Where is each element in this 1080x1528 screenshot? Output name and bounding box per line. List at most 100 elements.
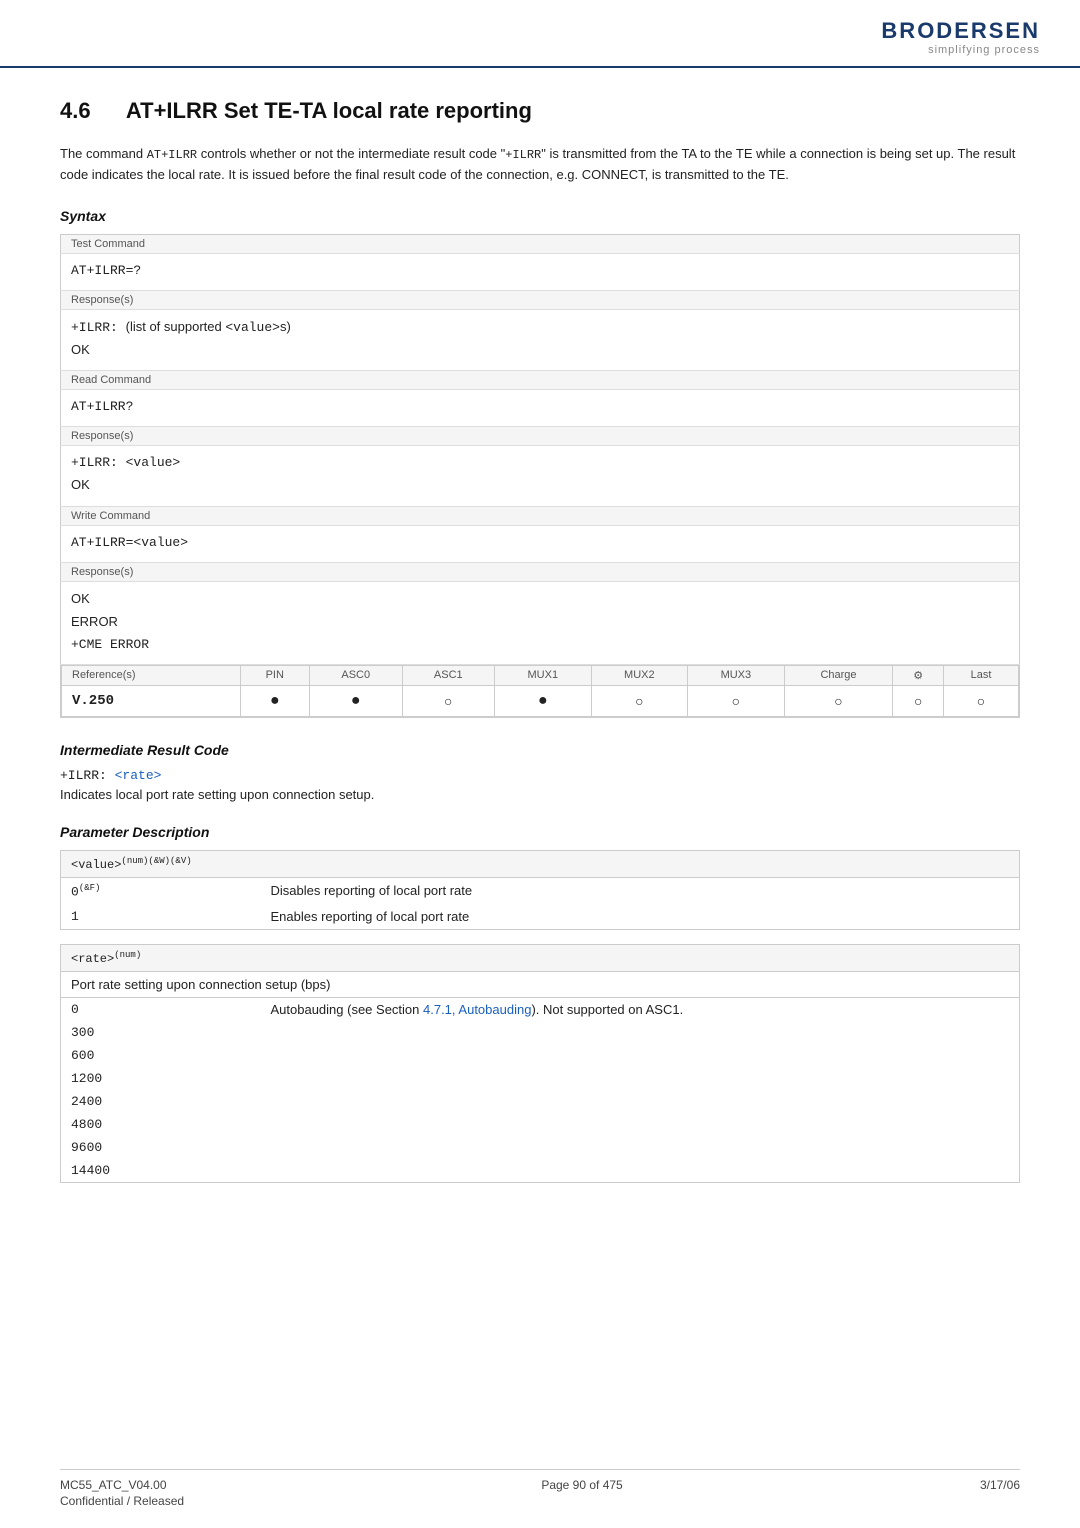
rate-code-1200: 1200 xyxy=(61,1067,261,1090)
test-ok: OK xyxy=(71,342,90,357)
inline-code-atilrr: AT+ILRR xyxy=(147,148,197,162)
col-asc1: ASC1 xyxy=(402,665,495,685)
value-code-0: 0(&F) xyxy=(61,878,261,904)
col-asc0: ASC0 xyxy=(310,665,403,685)
rate-param-header: <rate>(num) xyxy=(60,944,1020,972)
circle-mux2: ○ xyxy=(591,685,688,716)
col-last: Last xyxy=(944,665,1019,685)
rate-row-600: 600 xyxy=(61,1044,1020,1067)
intermediate-desc: Indicates local port rate setting upon c… xyxy=(60,787,1020,802)
test-command-label: Test Command xyxy=(61,234,1020,253)
test-command-cmd: AT+ILRR=? xyxy=(61,253,1020,290)
intermediate-code: +ILRR: <rate> xyxy=(60,768,1020,783)
col-pin: PIN xyxy=(240,665,309,685)
footer-date: 3/17/06 xyxy=(980,1478,1020,1508)
inline-code-plus-ilrr: +ILRR xyxy=(505,148,541,162)
write-response-content: OK ERROR +CME ERROR xyxy=(61,581,1020,664)
write-response-label: Response(s) xyxy=(61,562,1020,581)
test-response-content: +ILRR: (list of supported <value>s) OK xyxy=(61,310,1020,371)
test-response-value: <value> xyxy=(225,320,280,335)
rate-code-14400: 14400 xyxy=(61,1159,261,1183)
rate-row-2400: 2400 xyxy=(61,1090,1020,1113)
footer-page: Page 90 of 475 xyxy=(541,1478,622,1508)
parameter-section: Parameter Description <value>(num)(&W)(&… xyxy=(60,824,1020,1183)
rate-row-1200: 1200 xyxy=(61,1067,1020,1090)
write-command-cmd: AT+ILRR=<value> xyxy=(61,525,1020,562)
rate-code-0: 0 xyxy=(61,998,261,1021)
page-footer: MC55_ATC_V04.00 Confidential / Released … xyxy=(60,1469,1020,1508)
rate-row-14400: 14400 xyxy=(61,1159,1020,1183)
autobauding-link[interactable]: 4.7.1, Autobauding xyxy=(423,1002,531,1017)
col-charge: Charge xyxy=(784,665,893,685)
read-response-content: +ILRR: <value> OK xyxy=(61,446,1020,506)
rate-code-600: 600 xyxy=(61,1044,261,1067)
ref-value: V.250 xyxy=(62,685,241,716)
section-number: 4.6 xyxy=(60,98,91,123)
value-param-table: 0(&F) Disables reporting of local port r… xyxy=(60,878,1020,930)
section-title: 4.6 AT+ILRR Set TE-TA local rate reporti… xyxy=(60,98,1020,124)
rate-desc-300 xyxy=(261,1021,1020,1044)
circle-gear: ○ xyxy=(893,685,944,716)
footer-left: MC55_ATC_V04.00 Confidential / Released xyxy=(60,1478,184,1508)
rate-desc-14400 xyxy=(261,1159,1020,1183)
rate-desc-0: Autobauding (see Section 4.7.1, Autobaud… xyxy=(261,998,1020,1021)
footer-confidentiality: Confidential / Released xyxy=(60,1494,184,1508)
rate-code-9600: 9600 xyxy=(61,1136,261,1159)
value-param-header: <value>(num)(&W)(&V) xyxy=(60,850,1020,878)
circle-asc1: ○ xyxy=(402,685,495,716)
rate-desc-2400 xyxy=(261,1090,1020,1113)
test-response-s: s) xyxy=(280,319,291,334)
read-command-label: Read Command xyxy=(61,371,1020,390)
circle-pin: ● xyxy=(240,685,309,716)
ref-label: Reference(s) xyxy=(62,665,241,685)
test-response-label: Response(s) xyxy=(61,291,1020,310)
rate-param-desc: Port rate setting upon connection setup … xyxy=(60,972,1020,998)
rate-param-table: 0 Autobauding (see Section 4.7.1, Autoba… xyxy=(60,998,1020,1183)
logo-tagline: simplifying process xyxy=(881,44,1040,56)
intermediate-heading: Intermediate Result Code xyxy=(60,742,1020,758)
reference-row: Reference(s) PIN ASC0 ASC1 MUX1 MUX2 MUX… xyxy=(61,664,1020,717)
rate-code-300: 300 xyxy=(61,1021,261,1044)
col-gear: ⚙ xyxy=(893,665,944,685)
read-response-mono: +ILRR: <value> xyxy=(71,455,180,470)
rate-row-4800: 4800 xyxy=(61,1113,1020,1136)
rate-desc-9600 xyxy=(261,1136,1020,1159)
rate-desc-1200 xyxy=(261,1067,1020,1090)
col-mux2: MUX2 xyxy=(591,665,688,685)
write-command-label: Write Command xyxy=(61,506,1020,525)
circle-asc0: ● xyxy=(310,685,403,716)
value-row-1: 1 Enables reporting of local port rate xyxy=(61,904,1020,930)
reference-table: Reference(s) PIN ASC0 ASC1 MUX1 MUX2 MUX… xyxy=(61,665,1019,717)
intermediate-code-prefix: +ILRR: xyxy=(60,768,115,783)
logo-name: BRODERSEN xyxy=(881,18,1040,44)
logo: BRODERSEN simplifying process xyxy=(881,18,1040,56)
value-desc-1: Enables reporting of local port rate xyxy=(261,904,1020,930)
value-code-1: 1 xyxy=(61,904,261,930)
circle-charge: ○ xyxy=(784,685,893,716)
page-header: BRODERSEN simplifying process xyxy=(0,0,1080,68)
test-response-normal: (list of supported xyxy=(126,319,226,334)
read-command-cmd: AT+ILRR? xyxy=(61,390,1020,427)
syntax-table: Test Command AT+ILRR=? Response(s) +ILRR… xyxy=(60,234,1020,718)
write-cme: +CME ERROR xyxy=(71,637,149,652)
value-row-0: 0(&F) Disables reporting of local port r… xyxy=(61,878,1020,904)
footer-doc-id: MC55_ATC_V04.00 xyxy=(60,1478,184,1492)
rate-desc-600 xyxy=(261,1044,1020,1067)
rate-code-4800: 4800 xyxy=(61,1113,261,1136)
section-title-text: AT+ILRR Set TE-TA local rate reporting xyxy=(126,98,532,123)
rate-desc-4800 xyxy=(261,1113,1020,1136)
test-response-mono: +ILRR: xyxy=(71,320,118,335)
write-ok: OK xyxy=(71,591,90,606)
circle-mux1: ● xyxy=(495,685,592,716)
value-desc-0: Disables reporting of local port rate xyxy=(261,878,1020,904)
rate-row-300: 300 xyxy=(61,1021,1020,1044)
ref-header-row: Reference(s) PIN ASC0 ASC1 MUX1 MUX2 MUX… xyxy=(62,665,1019,685)
main-content: 4.6 AT+ILRR Set TE-TA local rate reporti… xyxy=(0,68,1080,1265)
body-paragraph: The command AT+ILRR controls whether or … xyxy=(60,144,1020,186)
col-mux3: MUX3 xyxy=(688,665,785,685)
rate-row-0: 0 Autobauding (see Section 4.7.1, Autoba… xyxy=(61,998,1020,1021)
read-ok: OK xyxy=(71,477,90,492)
intermediate-code-rate[interactable]: <rate> xyxy=(115,768,162,783)
circle-mux3: ○ xyxy=(688,685,785,716)
read-response-label: Response(s) xyxy=(61,427,1020,446)
